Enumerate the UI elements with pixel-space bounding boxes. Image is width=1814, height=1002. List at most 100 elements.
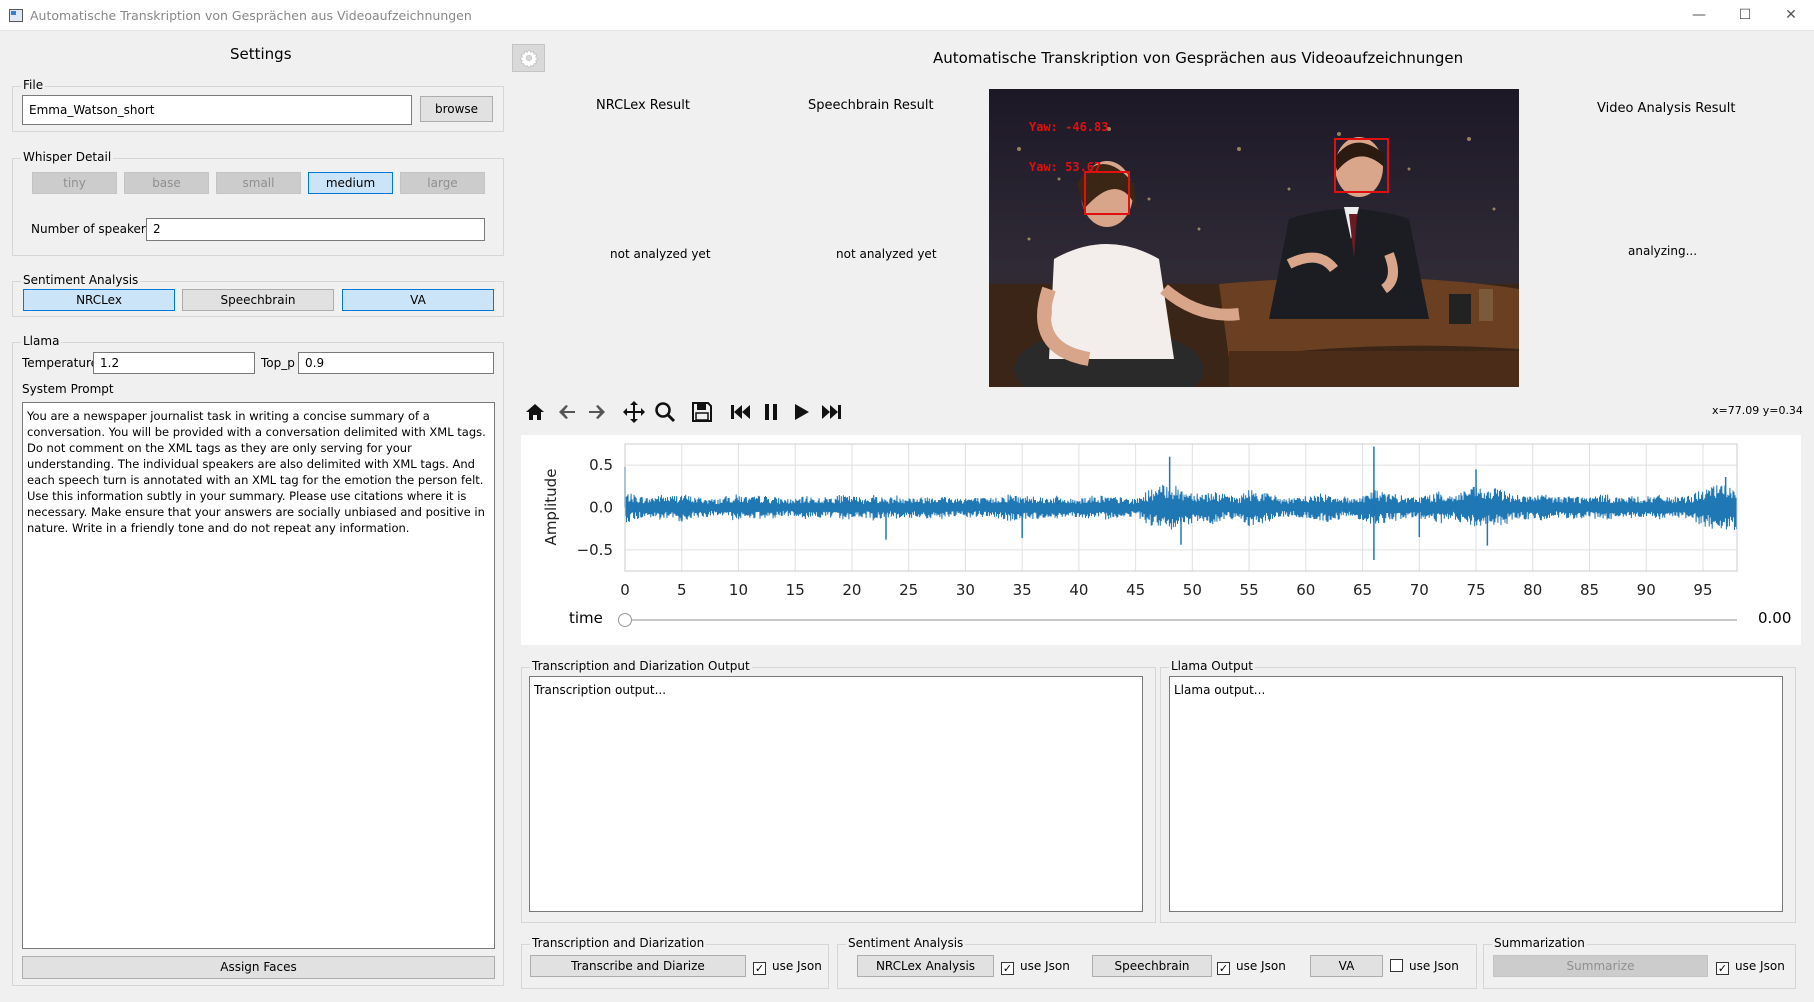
nrclex-analysis-button[interactable]: NRCLex Analysis (857, 955, 994, 977)
checkbox-icon[interactable]: ✓ (1217, 962, 1230, 975)
speakers-label: Number of speakers: (31, 222, 157, 236)
x-tick-label: 65 (1353, 581, 1372, 599)
speechbrain-analysis-button[interactable]: Speechbrain (1092, 955, 1212, 977)
transcription-output-text[interactable]: Transcription output... (529, 676, 1143, 912)
pan-icon[interactable] (622, 400, 646, 424)
llama-output-text[interactable]: Llama output... (1169, 676, 1783, 912)
sentiment-actions-title: Sentiment Analysis (846, 936, 966, 950)
system-prompt-label: System Prompt (22, 382, 114, 396)
llama-group-title: Llama (21, 334, 62, 348)
summarize-button[interactable]: Summarize (1493, 955, 1708, 977)
transcribe-button[interactable]: Transcribe and Diarize (530, 955, 746, 977)
main-title: Automatische Transkription von Gespräche… (933, 49, 1464, 67)
x-tick-label: 90 (1637, 581, 1656, 599)
transcription-actions-title: Transcription and Diarization (530, 936, 707, 950)
x-tick-label: 45 (1126, 581, 1145, 599)
time-slider-handle[interactable] (618, 613, 632, 627)
save-icon[interactable] (690, 400, 714, 424)
x-tick-label: 85 (1580, 581, 1599, 599)
checkbox-icon[interactable] (1390, 959, 1403, 972)
checkbox-icon[interactable]: ✓ (1001, 962, 1014, 975)
x-tick-label: 80 (1523, 581, 1542, 599)
settings-gear-button[interactable] (512, 44, 545, 72)
title-bar: Automatische Transkription von Gespräche… (0, 0, 1814, 31)
speechbrain-use-json[interactable]: ✓ use Json (1217, 959, 1286, 975)
summary-use-json[interactable]: ✓ use Json (1716, 959, 1785, 975)
skip-back-icon[interactable] (728, 400, 752, 424)
browse-button[interactable]: browse (420, 96, 493, 122)
nrclex-result-title: NRCLex Result (596, 98, 690, 113)
y-axis-label: Amplitude (542, 469, 560, 546)
minimize-button[interactable]: — (1676, 0, 1722, 31)
time-value: 0.00 (1758, 609, 1792, 627)
x-tick-label: 15 (786, 581, 805, 599)
speakers-input[interactable]: 2 (146, 218, 485, 241)
video-frame[interactable]: Yaw: -46.83 Yaw: 53.67 (989, 89, 1519, 387)
va-analysis-button[interactable]: VA (1310, 955, 1383, 977)
speechbrain-result-status: not analyzed yet (836, 247, 937, 261)
va-toggle[interactable]: VA (342, 289, 494, 311)
x-tick-label: 70 (1410, 581, 1429, 599)
x-tick-label: 55 (1240, 581, 1259, 599)
whisper-group-title: Whisper Detail (21, 150, 114, 164)
face2-yaw-label: Yaw: 53.67 (1029, 160, 1101, 174)
settings-heading: Settings (230, 45, 292, 63)
app-icon (9, 9, 23, 22)
temperature-label: Temperature (22, 356, 99, 370)
waveform-plot[interactable]: 0 5 10 15 20 25 30 35 40 45 50 55 60 65 70 75 80 85 90 95 0.… (521, 435, 1801, 645)
checkbox-icon[interactable]: ✓ (753, 962, 766, 975)
close-button[interactable]: ✕ (1768, 0, 1814, 31)
transcription-use-json[interactable]: ✓ use Json (753, 959, 822, 975)
model-base-button[interactable]: base (124, 172, 209, 194)
y-tick-label: 0.5 (589, 456, 613, 474)
x-tick-label: 50 (1183, 581, 1202, 599)
transcription-output-title: Transcription and Diarization Output (530, 659, 752, 673)
summarization-title: Summarization (1492, 936, 1587, 950)
x-tick-label: 10 (729, 581, 748, 599)
model-medium-button[interactable]: medium (308, 172, 393, 194)
x-tick-label: 35 (1013, 581, 1032, 599)
back-arrow-icon[interactable] (555, 400, 579, 424)
skip-forward-icon[interactable] (820, 400, 844, 424)
forward-arrow-icon[interactable] (585, 400, 609, 424)
x-tick-label: 25 (899, 581, 918, 599)
model-tiny-button[interactable]: tiny (32, 172, 117, 194)
window-title: Automatische Transkription von Gespräche… (30, 8, 472, 23)
x-tick-label: 20 (842, 581, 861, 599)
face1-yaw-label: Yaw: -46.83 (1029, 120, 1108, 134)
va-use-json[interactable]: use Json (1390, 959, 1459, 973)
temperature-input[interactable]: 1.2 (93, 352, 255, 374)
model-small-button[interactable]: small (216, 172, 301, 194)
speechbrain-toggle[interactable]: Speechbrain (182, 289, 334, 311)
maximize-button[interactable]: ☐ (1722, 0, 1768, 31)
x-tick-label: 95 (1693, 581, 1712, 599)
home-icon[interactable] (523, 400, 547, 424)
y-tick-label: 0.0 (589, 499, 613, 517)
assign-faces-button[interactable]: Assign Faces (22, 956, 495, 979)
file-group-title: File (21, 78, 46, 92)
nrclex-result-status: not analyzed yet (610, 247, 711, 261)
x-tick-label: 0 (620, 581, 630, 599)
model-large-button[interactable]: large (400, 172, 485, 194)
va-result-status: analyzing... (1628, 244, 1698, 258)
checkbox-icon[interactable]: ✓ (1716, 962, 1729, 975)
speechbrain-result-title: Speechbrain Result (808, 98, 934, 113)
x-tick-label: 5 (677, 581, 687, 599)
sentiment-settings-title: Sentiment Analysis (21, 273, 141, 287)
x-tick-label: 75 (1466, 581, 1485, 599)
waveform-svg: 0 5 10 15 20 25 30 35 40 45 50 55 60 65 70 75 80 85 90 95 0.… (542, 443, 1738, 599)
y-tick-label: −0.5 (577, 541, 613, 559)
top-p-label: Top_p (261, 356, 295, 370)
top-p-input[interactable]: 0.9 (298, 352, 494, 374)
nrclex-use-json[interactable]: ✓ use Json (1001, 959, 1070, 975)
zoom-icon[interactable] (653, 400, 677, 424)
x-tick-label: 40 (1069, 581, 1088, 599)
play-icon[interactable] (789, 400, 813, 424)
nrclex-toggle[interactable]: NRCLex (23, 289, 175, 311)
time-slider-track[interactable] (625, 619, 1737, 621)
gear-icon (518, 49, 539, 71)
x-tick-label: 60 (1296, 581, 1315, 599)
file-input[interactable]: Emma_Watson_short (22, 95, 412, 125)
pause-icon[interactable] (759, 400, 783, 424)
system-prompt-textarea[interactable]: You are a newspaper journalist task in w… (22, 402, 495, 949)
